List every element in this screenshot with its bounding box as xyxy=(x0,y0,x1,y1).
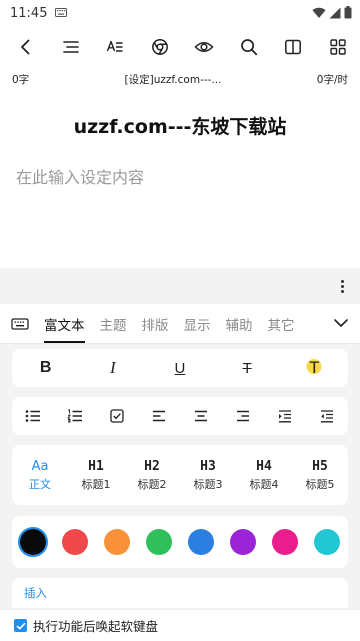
panel-tabs: 富文本 主题 排版 显示 辅助 其它 xyxy=(0,304,360,344)
heading-h1[interactable]: H1 标题1 xyxy=(73,457,119,493)
tab-other[interactable]: 其它 xyxy=(268,304,295,344)
paragraph-format-card xyxy=(12,397,348,435)
underline-button[interactable]: U xyxy=(163,353,197,383)
color-swatch-dot xyxy=(104,529,130,555)
heading-h2-label: 标题2 xyxy=(137,478,167,491)
search-icon[interactable] xyxy=(235,33,263,61)
insert-section: 插入 xyxy=(12,578,348,608)
color-swatch-dot xyxy=(272,529,298,555)
back-icon[interactable] xyxy=(12,33,40,61)
document-name: [设定]uzzf.com---... xyxy=(124,73,222,86)
color-swatch-6[interactable] xyxy=(228,527,258,557)
heading-h4[interactable]: H4 标题4 xyxy=(241,457,287,493)
panel-header xyxy=(0,268,360,302)
text-format-icon[interactable] xyxy=(101,33,129,61)
more-options-icon[interactable] xyxy=(334,276,350,296)
italic-button[interactable]: I xyxy=(96,353,130,383)
heading-h1-label: 标题1 xyxy=(81,478,111,491)
heading-h5-sample: H5 xyxy=(312,459,328,474)
chrome-icon[interactable] xyxy=(146,33,174,61)
document-title[interactable]: uzzf.com---东坡下载站 xyxy=(0,112,360,139)
color-swatch-dot xyxy=(20,529,46,555)
numbered-list-icon[interactable] xyxy=(60,401,90,431)
grid-icon[interactable] xyxy=(324,33,352,61)
indent-decrease-icon[interactable] xyxy=(312,401,342,431)
wifi-icon xyxy=(312,4,326,23)
bold-button[interactable]: B xyxy=(29,353,63,383)
text-format-card: B I U T T xyxy=(12,349,348,387)
heading-h4-sample: H4 xyxy=(256,459,272,474)
color-swatch-1[interactable] xyxy=(18,527,48,557)
bullet-list-icon[interactable] xyxy=(18,401,48,431)
keyboard-icon[interactable] xyxy=(8,312,32,336)
heading-h3-sample: H3 xyxy=(200,459,216,474)
color-swatch-5[interactable] xyxy=(186,527,216,557)
char-count: 0字 xyxy=(12,73,30,86)
color-swatch-dot xyxy=(188,529,214,555)
heading-body-label: 正文 xyxy=(29,478,51,491)
tab-theme[interactable]: 主题 xyxy=(100,304,127,344)
color-swatch-dot xyxy=(314,529,340,555)
status-time: 11:45 xyxy=(10,5,48,21)
heading-h3[interactable]: H3 标题3 xyxy=(185,457,231,493)
heading-h5-label: 标题5 xyxy=(305,478,335,491)
tab-rich-text[interactable]: 富文本 xyxy=(44,304,85,344)
heading-h4-label: 标题4 xyxy=(249,478,279,491)
checkbox-list-icon[interactable] xyxy=(102,401,132,431)
color-swatch-dot xyxy=(230,529,256,555)
keyboard-status-icon xyxy=(55,6,68,21)
insert-label: 插入 xyxy=(24,586,47,600)
content-editor[interactable]: 在此输入设定内容 xyxy=(16,164,144,188)
keyboard-toggle-label[interactable]: 执行功能后唤起软键盘 xyxy=(33,616,158,635)
heading-body-text[interactable]: Aa 正文 xyxy=(17,457,63,493)
chevron-down-icon[interactable] xyxy=(330,312,352,334)
align-center-icon[interactable] xyxy=(186,401,216,431)
status-bar: 11:45 xyxy=(0,0,360,26)
color-swatch-4[interactable] xyxy=(144,527,174,557)
heading-h3-label: 标题3 xyxy=(193,478,223,491)
color-swatch-2[interactable] xyxy=(60,527,90,557)
heading-body-sample: Aa xyxy=(31,459,49,474)
writing-speed: 0字/时 xyxy=(316,73,348,86)
heading-h1-sample: H1 xyxy=(88,459,104,474)
footer-bar: 执行功能后唤起软键盘 xyxy=(0,609,360,641)
color-swatch-7[interactable] xyxy=(270,527,300,557)
heading-h5[interactable]: H5 标题5 xyxy=(297,457,343,493)
heading-style-card: Aa 正文 H1 标题1 H2 标题2 H3 标题3 H4 标题4 H5 标题5 xyxy=(12,445,348,505)
align-right-icon[interactable] xyxy=(228,401,258,431)
indent-increase-icon[interactable] xyxy=(270,401,300,431)
text-highlight-button[interactable]: T xyxy=(297,353,332,383)
signal-icon xyxy=(329,4,341,23)
color-swatch-8[interactable] xyxy=(312,527,342,557)
tab-layout[interactable]: 排版 xyxy=(142,304,169,344)
color-swatch-dot xyxy=(146,529,172,555)
keyboard-toggle-checkbox[interactable] xyxy=(14,619,27,632)
heading-h2[interactable]: H2 标题2 xyxy=(129,457,175,493)
outline-icon[interactable] xyxy=(57,33,85,61)
format-panel: 富文本 主题 排版 显示 辅助 其它 B I U T T Aa 正文 H1 标题… xyxy=(0,268,360,641)
heading-h2-sample: H2 xyxy=(144,459,160,474)
tab-display[interactable]: 显示 xyxy=(184,304,211,344)
align-left-icon[interactable] xyxy=(144,401,174,431)
color-swatch-3[interactable] xyxy=(102,527,132,557)
text-color-card xyxy=(12,516,348,568)
tab-assist[interactable]: 辅助 xyxy=(226,304,253,344)
eye-icon[interactable] xyxy=(190,33,218,61)
document-info-row: 0字 [设定]uzzf.com---... 0字/时 xyxy=(0,70,360,88)
split-view-icon[interactable] xyxy=(279,33,307,61)
strikethrough-button[interactable]: T xyxy=(230,353,264,383)
battery-icon xyxy=(344,4,352,23)
top-toolbar xyxy=(0,30,360,64)
color-swatch-dot xyxy=(62,529,88,555)
